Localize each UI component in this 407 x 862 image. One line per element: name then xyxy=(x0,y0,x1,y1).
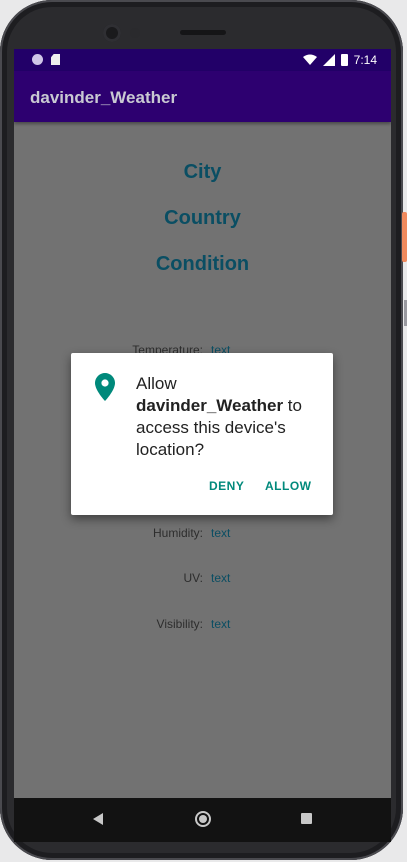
deny-button[interactable]: DENY xyxy=(209,479,244,493)
signal-icon xyxy=(322,54,335,66)
app-title: davinder_Weather xyxy=(30,88,178,107)
status-bar: 7:14 xyxy=(14,49,391,71)
permission-app-name: davinder_Weather xyxy=(136,396,284,415)
wifi-icon xyxy=(302,54,317,65)
permission-message: Allow davinder_Weather to access this de… xyxy=(136,373,321,461)
humidity-value: text xyxy=(211,526,231,540)
front-camera xyxy=(103,24,121,42)
earpiece-speaker xyxy=(180,30,226,35)
allow-button[interactable]: ALLOW xyxy=(265,479,312,493)
sd-card-icon xyxy=(51,54,60,65)
recents-icon[interactable] xyxy=(301,813,312,824)
notification-dot-icon xyxy=(32,54,43,65)
app-bar: davinder_Weather xyxy=(14,71,391,122)
visibility-label: Visibility: xyxy=(156,617,203,631)
battery-icon xyxy=(340,54,348,66)
permission-prefix: Allow xyxy=(136,374,177,393)
home-icon[interactable] xyxy=(195,811,211,827)
location-permission-dialog: Allow davinder_Weather to access this de… xyxy=(71,353,333,515)
proximity-sensor xyxy=(130,28,140,38)
phone-frame: 7:14 davinder_Weather City Country Condi… xyxy=(0,0,403,860)
location-pin-icon xyxy=(95,373,115,401)
status-time: 7:14 xyxy=(353,53,377,67)
side-edge-accent xyxy=(402,212,407,262)
navigation-bar xyxy=(14,798,391,842)
country-label: Country xyxy=(164,207,241,229)
city-label: City xyxy=(183,161,222,183)
back-icon[interactable] xyxy=(93,813,103,825)
uv-value: text xyxy=(211,571,231,585)
visibility-value: text xyxy=(211,617,231,631)
humidity-label: Humidity: xyxy=(152,526,203,540)
uv-label: UV: xyxy=(183,571,203,585)
condition-label: Condition xyxy=(155,253,250,275)
